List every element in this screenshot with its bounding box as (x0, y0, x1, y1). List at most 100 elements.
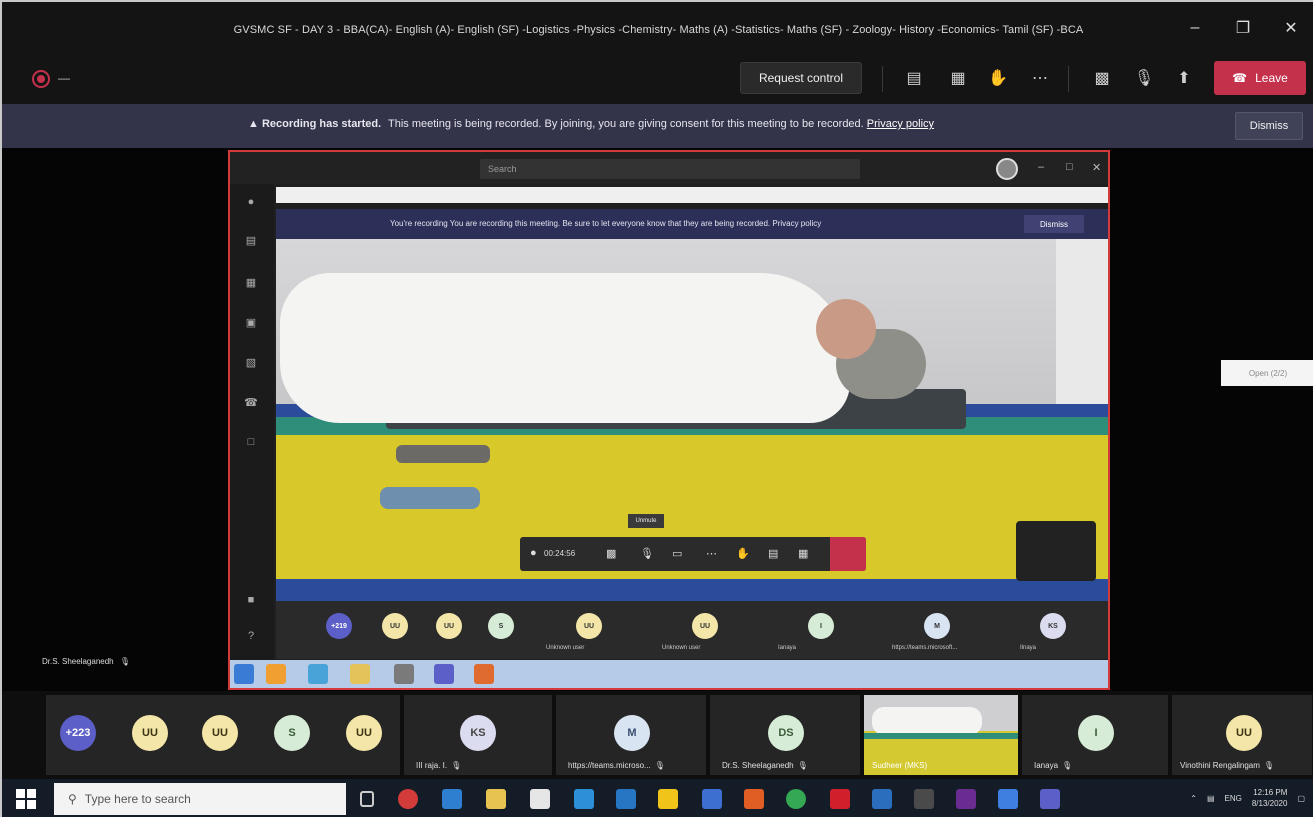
close-icon[interactable]: ✕ (1277, 14, 1305, 42)
restore-icon[interactable]: ❐ (1229, 14, 1257, 42)
participant-avatar: KS (460, 715, 496, 751)
shared-avatar-overflow: +219 (326, 613, 352, 639)
shared-tile-label: Unknown user (662, 645, 701, 651)
video-phone (396, 445, 490, 463)
app-icon[interactable] (702, 789, 722, 809)
participant-name-text: Ianaya (1034, 761, 1059, 770)
more-actions-icon[interactable]: ⋯ (1026, 64, 1054, 92)
mic-icon: 🎙 (119, 657, 130, 666)
files-icon: □ (247, 436, 255, 448)
shared-tile-avatar: KS (1040, 613, 1066, 639)
app-icon[interactable] (744, 789, 764, 809)
app-icon[interactable] (872, 789, 892, 809)
taskbar-search-box[interactable]: ⚲ Type here to search (54, 783, 346, 815)
request-control-button[interactable]: Request control (740, 62, 862, 94)
shared-dismiss-button: Dismiss (1024, 215, 1084, 233)
shared-call-controls: ● 00:24:56 ▩ 🎙 ▭ ⋯ ✋ ▤ ▦ (520, 537, 866, 571)
taskbar-search-placeholder: Type here to search (84, 792, 191, 806)
participant-avatar[interactable]: UU (346, 715, 382, 751)
participants-icon[interactable]: ▦ (944, 64, 972, 92)
calendar-icon: ▧ (245, 357, 257, 369)
recording-title: Recording has started. (261, 118, 382, 130)
app-icon[interactable] (914, 789, 934, 809)
search-icon: ⚲ (68, 792, 77, 806)
chrome-icon[interactable] (786, 789, 806, 809)
edge-icon[interactable] (442, 789, 462, 809)
shared-tile-label: Ianaya (778, 645, 797, 651)
shared-tile-avatar: UU (576, 613, 602, 639)
presenter-label: Dr.S. Sheelaganedh (42, 657, 114, 666)
participant-avatar[interactable]: S (274, 715, 310, 751)
mic-icon: 🎙 (1062, 761, 1073, 770)
dismiss-button[interactable]: Dismiss (1235, 112, 1303, 140)
shared-close-icon: ✕ (1092, 162, 1102, 174)
minimize-icon[interactable]: – (1181, 14, 1209, 42)
shared-chat-icon: ▤ (768, 548, 779, 560)
network-icon[interactable]: ▤ (1207, 794, 1215, 803)
shared-tile-avatar: M (924, 613, 950, 639)
tray-arrow-icon[interactable]: ⌃ (1190, 794, 1197, 803)
teams-window: GVSMC SF - DAY 3 - BBA(CA)- English (A)-… (0, 0, 1313, 817)
camera-off-icon[interactable]: ▩ (1088, 64, 1116, 92)
participant-name-text: https://teams.microso... (568, 761, 651, 770)
privacy-policy-link[interactable]: Privacy policy (867, 118, 934, 130)
task-view-icon[interactable] (360, 791, 374, 807)
shared-hand-icon: ✋ (736, 548, 750, 560)
participant-tile[interactable]: M https://teams.microso... 🎙 (556, 695, 706, 775)
video-person-body (280, 273, 850, 423)
video-wall-right (1056, 239, 1108, 419)
window-controls: – ❐ ✕ (1181, 14, 1305, 42)
taskbar-clock[interactable]: 12:16 PM 8/13/2020 (1252, 787, 1288, 809)
activity-icon: ● (247, 196, 255, 208)
participant-overflow-avatar[interactable]: +223 (60, 715, 96, 751)
participant-name: https://teams.microso... 🎙 (568, 761, 665, 770)
meeting-toolbar: — Request control ▤ ▦ ✋ ⋯ ▩ 🎙 ⬆ ☎ Leave (2, 58, 1313, 104)
participant-tile[interactable]: DS Dr.S. Sheelaganedh 🎙 (710, 695, 860, 775)
shared-start-icon (234, 664, 254, 684)
participant-tile[interactable]: I Ianaya 🎙 (1022, 695, 1168, 775)
participant-avatar: UU (1226, 715, 1262, 751)
participant-name: III raja. I. 🎙 (416, 761, 461, 770)
shared-share-icon: ▭ (672, 548, 683, 560)
mic-icon: 🎙 (1263, 761, 1275, 770)
notification-icon[interactable]: ▢ (1297, 794, 1305, 803)
chat-icon[interactable]: ▤ (900, 64, 928, 92)
participant-avatars-group: +223 UU UU S UU (46, 695, 400, 775)
warning-icon: ▲ (248, 118, 259, 130)
recording-banner: ▲ Recording has started. This meeting is… (2, 104, 1313, 148)
participant-tile[interactable]: KS III raja. I. 🎙 (404, 695, 552, 775)
chat-icon: ▤ (245, 235, 257, 247)
shared-camera-icon: ▩ (606, 548, 617, 560)
leave-button[interactable]: ☎ Leave (1214, 61, 1306, 95)
windows-start-icon[interactable] (16, 789, 36, 809)
shared-folder-icon (350, 664, 370, 684)
shared-teams-titlebar: Search – □ ✕ (230, 152, 1108, 184)
store-icon[interactable] (530, 789, 550, 809)
mail-icon[interactable] (574, 789, 594, 809)
participant-avatar[interactable]: UU (202, 715, 238, 751)
app-icon[interactable] (998, 789, 1018, 809)
raise-hand-icon[interactable]: ✋ (984, 64, 1012, 92)
mic-muted-icon[interactable]: 🎙 (1130, 64, 1158, 92)
participant-name-text: Vinothini Rengalingam (1180, 761, 1260, 770)
participant-name: Dr.S. Sheelaganedh 🎙 (722, 761, 808, 770)
recorder-app-icon[interactable] (398, 789, 418, 809)
sticky-notes-icon[interactable] (658, 789, 678, 809)
participant-avatar: I (1078, 715, 1114, 751)
shared-tooltip: Unmute (628, 514, 664, 528)
participant-tile[interactable]: UU Vinothini Rengalingam 🎙 (1172, 695, 1312, 775)
visual-studio-icon[interactable] (956, 789, 976, 809)
presenter-name: Dr.S. Sheelaganedh 🎙 (42, 657, 130, 666)
file-explorer-icon[interactable] (486, 789, 506, 809)
participant-avatar[interactable]: UU (132, 715, 168, 751)
participant-strip: +223 UU UU S UU KS III raja. I. 🎙 M https… (2, 691, 1313, 779)
share-screen-icon[interactable]: ⬆ (1170, 64, 1198, 92)
opera-icon[interactable] (830, 789, 850, 809)
mic-icon: 🎙 (451, 761, 462, 770)
participant-video-thumbnail[interactable]: Sudheer (MKS) (864, 695, 1018, 775)
language-indicator[interactable]: ENG (1225, 794, 1242, 803)
shared-search-box: Search (480, 159, 860, 179)
app-icon[interactable] (616, 789, 636, 809)
teams-icon: ▦ (245, 277, 257, 289)
teams-icon[interactable] (1040, 789, 1060, 809)
